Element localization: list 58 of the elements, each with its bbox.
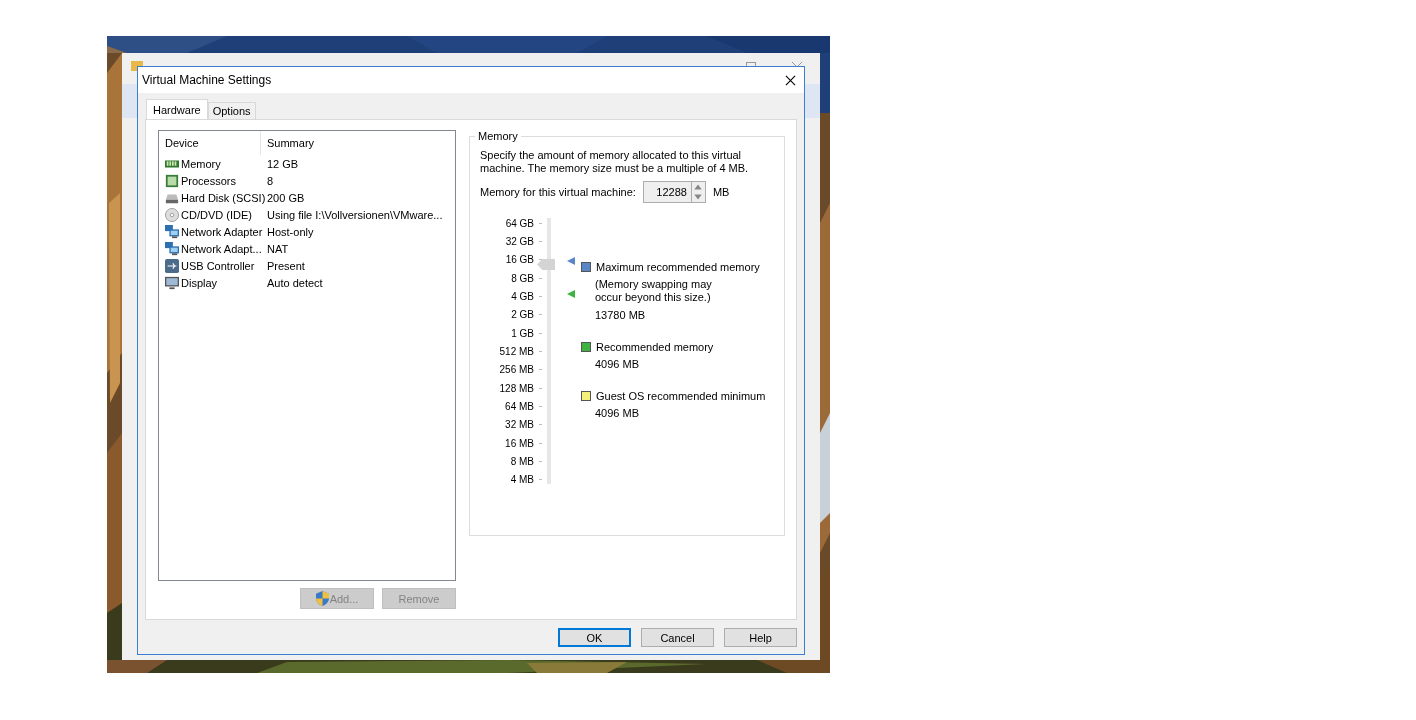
device-name[interactable]: USB Controller: [181, 259, 255, 272]
monitor-icon: [164, 275, 180, 290]
legend-label: Guest OS recommended minimum: [596, 390, 766, 402]
device-name[interactable]: Processors: [181, 174, 237, 187]
tick-label: 2 GB: [511, 309, 534, 321]
device-summary[interactable]: Present: [261, 259, 305, 272]
device-summary[interactable]: NAT: [261, 242, 289, 255]
tab[interactable]: Options: [207, 102, 256, 119]
legend-value: 4096 MB: [594, 407, 641, 419]
device-summary[interactable]: Auto detect: [261, 276, 323, 289]
slider-thumb[interactable]: [537, 259, 555, 270]
dialog-button[interactable]: Cancel: [641, 628, 714, 647]
tick-label: 16 GB: [505, 254, 534, 266]
tab[interactable]: Hardware: [146, 99, 208, 119]
close-icon[interactable]: [785, 74, 796, 86]
tick-label: 256 MB: [499, 364, 534, 376]
tick-label: 32 MB: [505, 419, 534, 431]
device-name[interactable]: Memory: [181, 157, 221, 170]
device-name[interactable]: Display: [181, 276, 218, 289]
device-name[interactable]: Network Adapter: [181, 225, 263, 238]
device-summary[interactable]: Using file I:\Vollversionen\VMware...: [261, 208, 443, 221]
usb-icon: [164, 258, 180, 273]
dialog-button[interactable]: OK: [558, 628, 631, 647]
device-summary[interactable]: Host-only: [261, 225, 314, 238]
description-text: Specify the amount of memory allocated to this virtual machine. The memory size must be a multiple of 4 MB.: [480, 149, 750, 175]
group-title: Memory: [475, 130, 521, 142]
legend-label: Recommended memory: [596, 341, 714, 353]
device-name[interactable]: Network Adapt...: [181, 242, 262, 255]
network-icon: [164, 224, 180, 239]
unit-label: MB: [712, 186, 730, 198]
window-title: Virtual Machine Settings: [142, 73, 272, 87]
tick-label: 16 MB: [505, 437, 534, 449]
device-name[interactable]: CD/DVD (IDE): [181, 208, 252, 221]
tick-label: 8 MB: [510, 456, 534, 468]
tick-label: 4 MB: [510, 474, 534, 486]
tick-label: 8 GB: [511, 272, 534, 284]
legend-value: 13780 MB: [594, 309, 647, 321]
column-header[interactable]: Summary: [261, 137, 315, 149]
tick-label: 64 GB: [505, 217, 534, 229]
field-label: Memory for this virtual machine:: [480, 186, 636, 198]
tick-label: 1 GB: [511, 327, 534, 339]
legend-label: Maximum recommended memory: [596, 261, 760, 273]
device-summary[interactable]: 8: [261, 174, 274, 187]
legend-note: (Memory swapping may occur beyond this size.): [594, 278, 713, 304]
tick-label: 512 MB: [499, 346, 534, 358]
disc-icon: [164, 207, 180, 222]
processor-icon: [164, 173, 180, 188]
dialog-button[interactable]: Help: [724, 628, 797, 647]
device-summary[interactable]: 12 GB: [261, 157, 299, 170]
tick-label: 4 GB: [511, 291, 534, 303]
tick-label: 128 MB: [499, 382, 534, 394]
memory-field[interactable]: 12288: [642, 181, 691, 203]
network-icon: [164, 241, 180, 256]
tick-label: 32 GB: [505, 236, 534, 247]
legend-value: 4096 MB: [594, 358, 641, 370]
device-name[interactable]: Hard Disk (SCSI): [181, 191, 266, 204]
column-header[interactable]: Device: [159, 131, 261, 155]
tick-label: 64 MB: [505, 401, 534, 413]
